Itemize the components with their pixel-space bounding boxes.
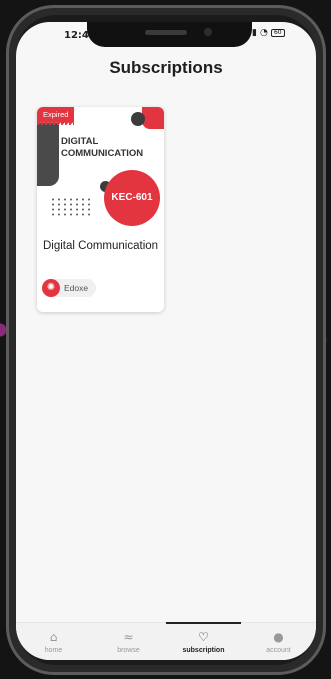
app-screen: 12:40 ▮ ◔ 60 Subscriptions DIGITAL COMMU…: [16, 22, 316, 660]
nav-label: account: [266, 646, 291, 654]
nav-label: browse: [117, 646, 140, 654]
account-icon: ●: [273, 629, 284, 644]
publisher-logo-icon: ✺: [42, 279, 60, 297]
publisher-name: Edoxe: [64, 283, 89, 293]
nav-home[interactable]: ⌂ home: [16, 623, 91, 660]
bottom-nav: ⌂ home ≈ browse ♡ subscription ● account: [16, 622, 316, 660]
expired-badge: Expired: [37, 107, 75, 125]
thumbnail-decoration: [131, 112, 145, 126]
dot-pattern: [50, 197, 92, 217]
heart-icon: ♡: [198, 629, 209, 644]
nav-subscription[interactable]: ♡ subscription: [166, 622, 241, 660]
battery-icon: 60: [270, 29, 285, 37]
home-icon: ⌂: [49, 629, 58, 644]
thumbnail-decoration: [37, 123, 59, 186]
wifi-icon: ◔: [259, 28, 268, 38]
course-code: KEC-601: [104, 170, 160, 226]
speaker-grille: [145, 30, 187, 35]
course-thumbnail: DIGITAL COMMUNICATION KEC-601 Expired: [37, 107, 164, 229]
nav-label: subscription: [182, 646, 225, 654]
thumbnail-title: DIGITAL COMMUNICATION: [61, 136, 144, 159]
subscription-card[interactable]: DIGITAL COMMUNICATION KEC-601 Expired Di…: [37, 107, 164, 312]
status-icons: ▮ ◔ 60: [252, 28, 285, 38]
nav-browse[interactable]: ≈ browse: [91, 623, 166, 660]
nav-account[interactable]: ● account: [241, 623, 316, 660]
nav-label: home: [44, 646, 63, 654]
page-title: Subscriptions: [109, 58, 223, 77]
notch: [87, 22, 252, 47]
browse-icon: ≈: [123, 629, 134, 644]
thumbnail-decoration: [142, 107, 164, 129]
front-camera: [204, 28, 212, 36]
publisher-chip[interactable]: ✺ Edoxe: [42, 279, 97, 297]
signal-icon: ▮: [252, 28, 257, 38]
course-title: Digital Communication: [43, 240, 159, 252]
